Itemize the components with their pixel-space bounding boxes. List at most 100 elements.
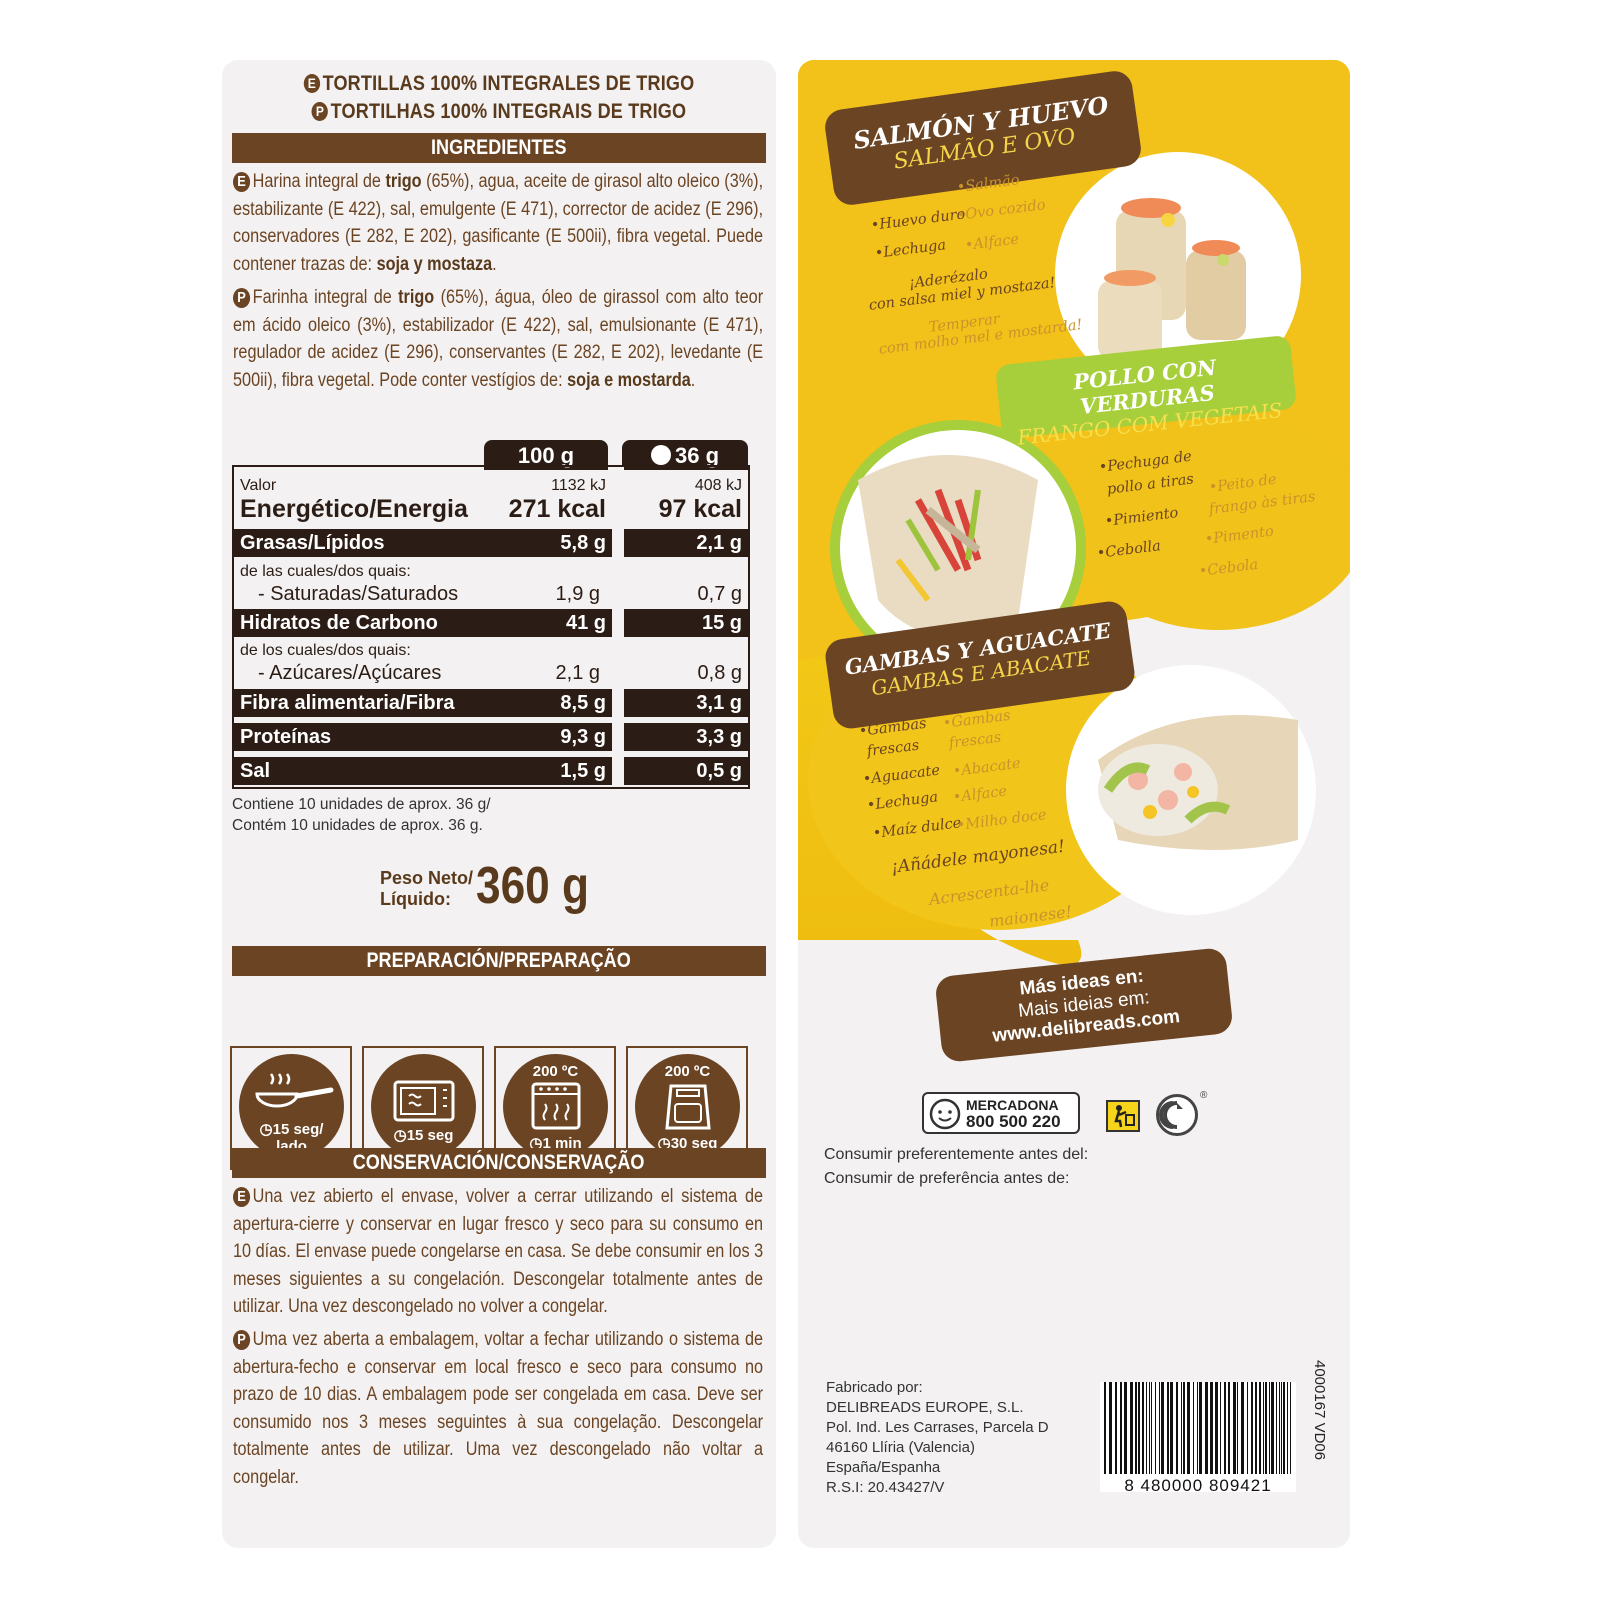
fat-label: Grasas/Lípidos [240, 532, 385, 554]
fibre-label: Fibra alimentaria/Fibra [240, 692, 455, 714]
mercadona-phone: 800 500 220 [966, 1112, 1061, 1131]
carb-36: 15 g [701, 612, 742, 634]
barcode-bar [1276, 1382, 1277, 1474]
spanish-badge: E [303, 74, 320, 93]
fat-100: 5,8 g [560, 532, 606, 554]
net-weight-label: Peso Neto/ Líquido: [380, 868, 474, 909]
barcode-bar [1290, 1382, 1291, 1474]
salt-label: Sal [240, 760, 271, 782]
product-title-pt: P TORTILHAS 100% INTEGRAIS DE TRIGO [261, 100, 737, 124]
sugar-label: - Azúcares/Açúcares [258, 662, 442, 684]
energy-kcal-100: 271 kcal [508, 495, 606, 523]
prep-time-2: ◷15 seg [393, 1127, 454, 1144]
barcode-bar [1263, 1382, 1264, 1474]
barcode-bar [1159, 1382, 1160, 1474]
portuguese-badge: P [311, 102, 329, 121]
barcode-bar [1120, 1382, 1122, 1474]
barcode-bar [1287, 1382, 1288, 1474]
barcode-bars [1104, 1382, 1291, 1474]
barcode-bar [1176, 1382, 1178, 1474]
conservation-es: E Una vez abierto el envase, volver a cer… [233, 1186, 764, 1317]
fat-sub-label: de las cuales/dos quais: [240, 563, 411, 580]
barcode-bar [1247, 1382, 1248, 1474]
barcode-bar [1130, 1382, 1133, 1474]
salt-100: 1,5 g [560, 760, 606, 782]
saturated-label: - Saturadas/Saturados [258, 583, 459, 605]
barcode-bar [1255, 1382, 1257, 1474]
barcode-bar [1193, 1382, 1194, 1474]
barcode-bar [1205, 1382, 1208, 1474]
fibre-36: 3,1 g [696, 692, 742, 714]
net-weight-value: 360 g [476, 857, 590, 915]
barcode-bar [1142, 1382, 1144, 1474]
barcode-bar [1281, 1382, 1282, 1474]
protein-100: 9,3 g [560, 726, 606, 748]
barcode-bar [1228, 1382, 1230, 1474]
protein-label: Proteínas [240, 726, 332, 748]
barcode-bar [1149, 1382, 1150, 1474]
carb-100: 41 g [565, 612, 606, 634]
ingredients-header: INGREDIENTES [232, 133, 766, 163]
sugar-100: 2,1 g [555, 662, 600, 684]
saturated-100: 1,9 g [555, 583, 600, 605]
barcode-bar [1241, 1382, 1244, 1474]
portion-circle-icon [650, 445, 671, 465]
salt-36: 0,5 g [696, 760, 742, 782]
mercadona-label: MERCADONA [966, 1097, 1059, 1113]
product-title-es: E TORTILLAS 100% INTEGRALES DE TRIGO [261, 72, 737, 96]
green-dot-recycling-icon [1156, 1094, 1198, 1136]
barcode-bar [1155, 1382, 1156, 1474]
barcode-bar [1210, 1382, 1213, 1474]
barcode-bar [1135, 1382, 1137, 1474]
prep-temp-4: 200 ºC [664, 1063, 711, 1080]
barcode-bar [1259, 1382, 1261, 1474]
barcode-bar [1181, 1382, 1182, 1474]
protein-36: 3,3 g [696, 726, 742, 748]
saturated-36: 0,7 g [697, 583, 742, 605]
units-info: Contiene 10 unidades de aprox. 36 g/ Con… [232, 796, 491, 834]
barcode-bar [1233, 1382, 1236, 1474]
barcode-bar [1283, 1382, 1285, 1474]
fibre-100: 8,5 g [560, 692, 606, 714]
nutrition-table: Valor 1132 kJ 408 kJ Energético/Energia … [232, 465, 750, 789]
barcode-bar [1237, 1382, 1238, 1474]
mercadona-customer-service: MERCADONA 800 500 220 [922, 1092, 1080, 1134]
barcode-bar [1138, 1382, 1140, 1474]
ingredients-es: E Harina integral de trigo (65%), agua, a… [233, 171, 764, 275]
tidy-man-recycle-icon [1106, 1100, 1140, 1132]
lot-code: 4000167 VD06 [1311, 1360, 1328, 1461]
barcode-bar [1220, 1382, 1221, 1474]
barcode-bar [1265, 1382, 1267, 1474]
barcode-bar [1109, 1382, 1112, 1474]
barcode-bar [1279, 1382, 1280, 1474]
energy-kcal-36: 97 kcal [658, 495, 742, 523]
conservation-header: CONSERVACIÓN/CONSERVAÇÃO [232, 1148, 766, 1178]
barcode-bar [1170, 1382, 1173, 1474]
manufacturer-info: Fabricado por: DELIBREADS EUROPE, S.L. P… [826, 1379, 1049, 1496]
barcode-bar [1271, 1382, 1274, 1474]
barcode: 8 480000 809421 [1100, 1382, 1296, 1495]
barcode-bar [1197, 1382, 1198, 1474]
barcode-bar [1146, 1382, 1147, 1474]
preparation-header: PREPARACIÓN/PREPARAÇÃO [232, 946, 766, 976]
barcode-bar [1251, 1382, 1253, 1474]
barcode-bar [1187, 1382, 1190, 1474]
energy-label-top: Valor [240, 477, 277, 494]
best-before-es: Consumir preferentemente antes del: [824, 1146, 1089, 1163]
barcode-bar [1124, 1382, 1127, 1474]
prep-temp-3: 200 ºC [532, 1063, 579, 1080]
barcode-bar [1115, 1382, 1117, 1474]
barcode-bar [1161, 1382, 1164, 1474]
barcode-bar [1215, 1382, 1218, 1474]
barcode-bar [1183, 1382, 1185, 1474]
energy-kj-100: 1132 kJ [551, 477, 606, 494]
back-label-left-panel: E TORTILLAS 100% INTEGRALES DE TRIGO P TOR… [222, 60, 776, 1548]
barcode-bar [1269, 1382, 1270, 1474]
sugar-36: 0,8 g [697, 662, 742, 684]
barcode-bar [1104, 1382, 1106, 1474]
best-before-pt: Consumir de preferência antes de: [824, 1170, 1070, 1187]
barcode-number: 8 480000 809421 [1124, 1476, 1272, 1495]
customer-service-icon [929, 1098, 961, 1130]
barcode-bar [1167, 1382, 1169, 1474]
conservation-pt: P Uma vez aberta a embalagem, voltar a fe… [233, 1329, 764, 1488]
